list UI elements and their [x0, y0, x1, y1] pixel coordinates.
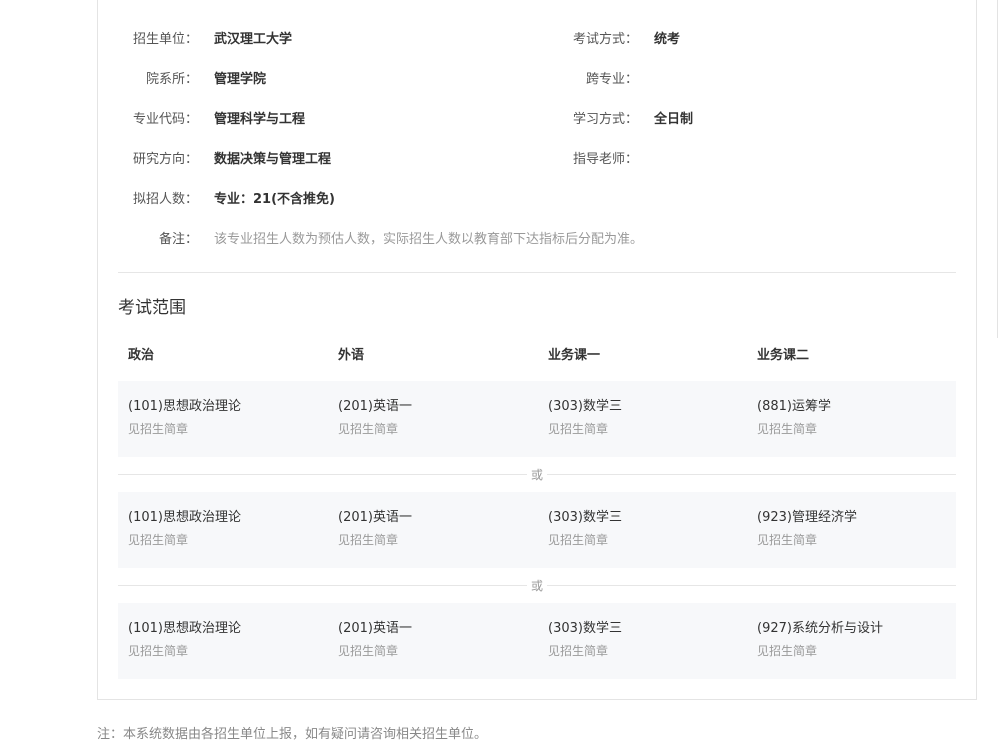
course-note: 见招生简章	[757, 422, 818, 436]
course-note: 见招生简章	[757, 644, 818, 658]
info-exam-mode: 考试方式： 统考	[568, 30, 680, 50]
exam-cell-course-1: (303)数学三 见招生简章	[548, 397, 622, 438]
course-note: 见招生简章	[338, 533, 399, 547]
col-head-course-1: 业务课一	[548, 348, 601, 363]
course-name: (101)思想政治理论	[128, 510, 241, 525]
course-name: (201)英语一	[338, 399, 412, 414]
course-name: (201)英语一	[338, 621, 412, 636]
exam-cell-language: (201)英语一 见招生简章	[338, 397, 412, 438]
direction-label: 研究方向：	[132, 152, 198, 167]
or-separator: 或	[118, 577, 956, 595]
col-head-politics: 政治	[128, 348, 155, 363]
course-name: (101)思想政治理论	[128, 621, 241, 636]
course-name: (201)英语一	[338, 510, 412, 525]
exam-cell-politics: (101)思想政治理论 见招生简章	[128, 508, 241, 549]
major-label: 专业代码：	[132, 112, 198, 127]
exam-cell-course-1: (303)数学三 见招生简章	[548, 508, 622, 549]
info-unit: 招生单位： 武汉理工大学	[128, 30, 292, 50]
course-note: 见招生简章	[128, 422, 189, 436]
course-name: (303)数学三	[548, 621, 622, 636]
course-note: 见招生简章	[757, 533, 818, 547]
info-dept: 院系所： 管理学院	[128, 70, 266, 90]
course-note: 见招生简章	[128, 644, 189, 658]
quota-label: 拟招人数：	[132, 192, 198, 207]
direction-value: 数据决策与管理工程	[214, 152, 332, 167]
col-head-language: 外语	[338, 348, 365, 363]
dept-value: 管理学院	[214, 72, 267, 87]
exam-cell-language: (201)英语一 见招生简章	[338, 619, 412, 660]
advisor-label: 指导老师：	[572, 152, 638, 167]
exam-cell-course-2: (923)管理经济学 见招生简章	[757, 508, 857, 549]
course-note: 见招生简章	[338, 422, 399, 436]
course-name: (927)系统分析与设计	[757, 621, 883, 636]
col-head-course-2: 业务课二	[757, 348, 810, 363]
unit-value: 武汉理工大学	[214, 32, 293, 47]
course-name: (101)思想政治理论	[128, 399, 241, 414]
exam-mode-value: 统考	[654, 32, 681, 47]
course-note: 见招生简章	[548, 644, 609, 658]
info-major: 专业代码： 管理科学与工程	[128, 110, 305, 130]
remark-value: 该专业招生人数为预估人数，实际招生人数以教育部下达指标后分配为准。	[214, 232, 644, 247]
info-study-mode: 学习方式： 全日制	[568, 110, 693, 130]
quota-value: 专业：21(不含推免)	[214, 192, 335, 207]
course-note: 见招生简章	[548, 422, 609, 436]
exam-scope-title: 考试范围	[118, 298, 186, 318]
info-advisor: 指导老师：	[568, 150, 654, 170]
course-note: 见招生简章	[548, 533, 609, 547]
study-mode-label: 学习方式：	[572, 112, 638, 127]
course-name: (881)运筹学	[757, 399, 831, 414]
or-text: 或	[527, 466, 548, 484]
exam-cell-language: (201)英语一 见招生简章	[338, 508, 412, 549]
info-direction: 研究方向： 数据决策与管理工程	[128, 150, 331, 170]
info-remark: 备注： 该专业招生人数为预估人数，实际招生人数以教育部下达指标后分配为准。	[128, 230, 643, 250]
course-name: (303)数学三	[548, 510, 622, 525]
scrollbar-edge	[997, 0, 998, 338]
info-cross-major: 跨专业：	[568, 70, 654, 90]
exam-cell-course-2: (881)运筹学 见招生简章	[757, 397, 831, 438]
exam-cell-course-1: (303)数学三 见招生简章	[548, 619, 622, 660]
major-value: 管理科学与工程	[214, 112, 306, 127]
course-note: 见招生简章	[128, 533, 189, 547]
course-name: (923)管理经济学	[757, 510, 857, 525]
or-separator: 或	[118, 466, 956, 484]
exam-option: (101)思想政治理论 见招生简章 (201)英语一 见招生简章 (303)数学…	[118, 603, 956, 679]
exam-mode-label: 考试方式：	[572, 32, 638, 47]
footer-note: 注：本系统数据由各招生单位上报，如有疑问请咨询相关招生单位。	[97, 727, 488, 742]
info-divider	[118, 272, 956, 273]
course-note: 见招生简章	[338, 644, 399, 658]
info-quota: 拟招人数： 专业：21(不含推免)	[128, 190, 335, 210]
exam-cell-course-2: (927)系统分析与设计 见招生简章	[757, 619, 883, 660]
unit-label: 招生单位：	[132, 32, 198, 47]
exam-cell-politics: (101)思想政治理论 见招生简章	[128, 619, 241, 660]
dept-label: 院系所：	[145, 72, 198, 87]
course-name: (303)数学三	[548, 399, 622, 414]
or-text: 或	[527, 577, 548, 595]
major-detail-panel: 招生单位： 武汉理工大学 院系所： 管理学院 专业代码： 管理科学与工程 研究方…	[97, 0, 977, 700]
exam-option: (101)思想政治理论 见招生简章 (201)英语一 见招生简章 (303)数学…	[118, 381, 956, 457]
exam-option: (101)思想政治理论 见招生简章 (201)英语一 见招生简章 (303)数学…	[118, 492, 956, 568]
exam-cell-politics: (101)思想政治理论 见招生简章	[128, 397, 241, 438]
page: 招生单位： 武汉理工大学 院系所： 管理学院 专业代码： 管理科学与工程 研究方…	[0, 0, 1002, 756]
remark-label: 备注：	[158, 232, 198, 247]
cross-major-label: 跨专业：	[585, 72, 638, 87]
study-mode-value: 全日制	[654, 112, 694, 127]
